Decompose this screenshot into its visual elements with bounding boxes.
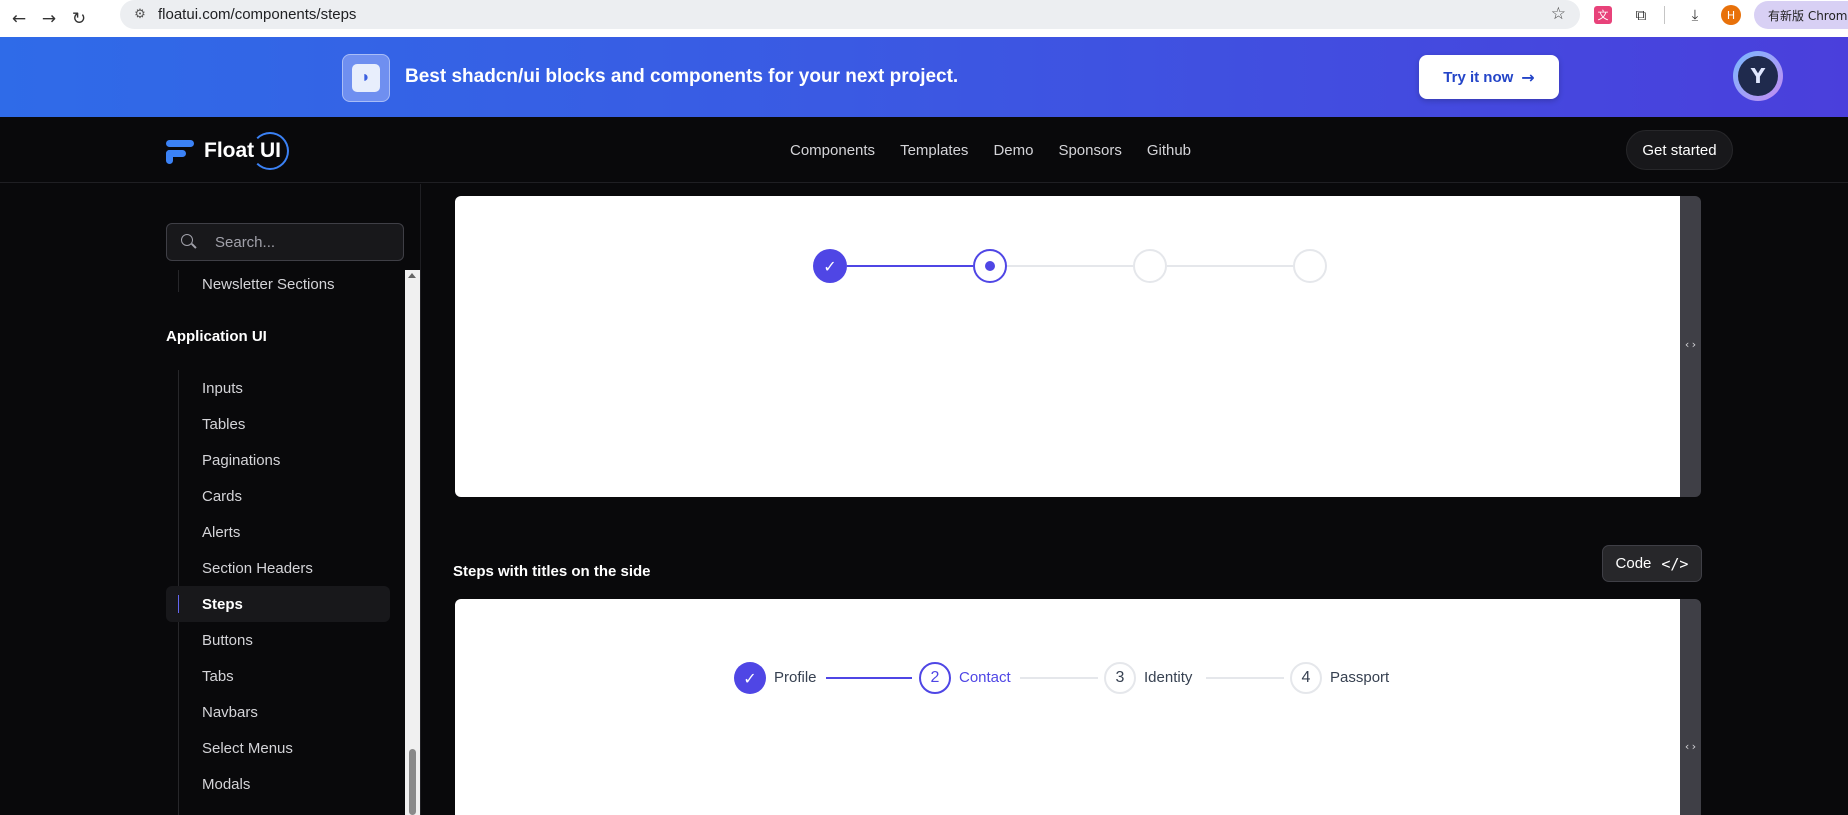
sidebar-item-newsletter-sections[interactable]: Newsletter Sections bbox=[166, 266, 390, 302]
step-label-contact: Contact bbox=[959, 669, 1011, 686]
step-4-dot bbox=[1293, 249, 1327, 283]
scroll-up-arrow-icon[interactable] bbox=[408, 273, 416, 278]
try-it-now-button[interactable]: Try it now → bbox=[1419, 55, 1559, 99]
top-nav: Components Templates Demo Sponsors Githu… bbox=[790, 117, 1191, 183]
step-1-check-icon: ✓ bbox=[813, 249, 847, 283]
brand-mark-icon: Y bbox=[1738, 56, 1778, 96]
bookmark-star-icon[interactable]: ☆ bbox=[1551, 4, 1566, 24]
step-number-passport: 4 bbox=[1290, 662, 1322, 694]
banner-brand-icon[interactable]: Y bbox=[1733, 51, 1783, 101]
sidebar-item-tables[interactable]: Tables bbox=[166, 406, 390, 442]
sidebar-item-modals[interactable]: Modals bbox=[166, 766, 390, 802]
code-button[interactable]: Code </> bbox=[1602, 545, 1702, 582]
step-connector-complete bbox=[826, 677, 912, 679]
sidebar: Newsletter Sections Application UI Input… bbox=[0, 184, 421, 815]
logo-text: Float UI bbox=[204, 132, 289, 170]
step-3-dot bbox=[1133, 249, 1167, 283]
url-text[interactable]: floatui.com/components/steps bbox=[158, 6, 356, 23]
example-title: Steps with titles on the side bbox=[453, 563, 651, 580]
step-connector-complete bbox=[847, 265, 973, 267]
search-box[interactable] bbox=[166, 223, 404, 261]
reload-icon[interactable]: ↻ bbox=[64, 4, 94, 34]
resize-handle-icon[interactable]: ‹› bbox=[1680, 338, 1701, 351]
sidebar-item-inputs[interactable]: Inputs bbox=[166, 370, 390, 406]
get-started-button[interactable]: Get started bbox=[1626, 130, 1733, 170]
sidebar-item-cards[interactable]: Cards bbox=[166, 478, 390, 514]
step-connector bbox=[1007, 265, 1133, 267]
step-connector bbox=[1206, 677, 1284, 679]
promo-banner: ◗ Best shadcn/ui blocks and components f… bbox=[0, 37, 1848, 117]
sidebar-item-section-headers[interactable]: Section Headers bbox=[166, 550, 390, 586]
chrome-update-button[interactable]: 有新版 Chrome bbox=[1754, 1, 1848, 29]
banner-logo: ◗ bbox=[342, 54, 390, 102]
banner-text: Best shadcn/ui blocks and components for… bbox=[405, 66, 959, 87]
toolbar-divider bbox=[1664, 6, 1665, 24]
arrow-right-icon: → bbox=[1521, 67, 1535, 87]
translate-extension-icon[interactable]: 文 bbox=[1594, 6, 1612, 24]
forward-icon[interactable]: → bbox=[34, 4, 64, 34]
download-icon[interactable]: ⤓ bbox=[1684, 4, 1706, 26]
scrollbar-thumb[interactable] bbox=[409, 749, 416, 815]
sidebar-item-navbars[interactable]: Navbars bbox=[166, 694, 390, 730]
steps-preview-2: ✓ Profile 2 Contact 3 Identity 4 Passpor… bbox=[455, 599, 1681, 815]
back-icon[interactable]: ← bbox=[4, 4, 34, 34]
browser-toolbar: ← → ↻ ⚙ floatui.com/components/steps ☆ 文… bbox=[0, 0, 1848, 37]
sidebar-item-paginations[interactable]: Paginations bbox=[166, 442, 390, 478]
address-bar[interactable]: ⚙ floatui.com/components/steps ☆ bbox=[120, 0, 1580, 29]
site-header: Float UI Components Templates Demo Spons… bbox=[0, 117, 1848, 183]
steps-preview-1: ✓ bbox=[455, 196, 1681, 497]
sidebar-item-tabs[interactable]: Tabs bbox=[166, 658, 390, 694]
step-label-identity: Identity bbox=[1144, 669, 1193, 686]
float-ui-logo-icon bbox=[166, 137, 196, 165]
sidebar-section-title: Application UI bbox=[166, 328, 267, 345]
step-label-passport: Passport bbox=[1330, 669, 1390, 686]
nav-demo[interactable]: Demo bbox=[993, 142, 1033, 159]
site-info-icon[interactable]: ⚙ bbox=[126, 1, 154, 29]
step-profile-check-icon: ✓ bbox=[734, 662, 766, 694]
sidebar-item-steps[interactable]: Steps bbox=[166, 586, 390, 622]
step-connector bbox=[1167, 265, 1293, 267]
sidebar-scrollbar[interactable] bbox=[405, 270, 420, 815]
step-label-profile: Profile bbox=[774, 669, 817, 686]
step-number-contact: 2 bbox=[919, 662, 951, 694]
preview-resize-handle[interactable] bbox=[1680, 599, 1701, 815]
step-connector bbox=[1020, 677, 1098, 679]
nav-components[interactable]: Components bbox=[790, 142, 875, 159]
search-icon bbox=[181, 234, 197, 250]
step-2-current-dot bbox=[973, 249, 1007, 283]
sidebar-item-alerts[interactable]: Alerts bbox=[166, 514, 390, 550]
shadcn-blocks-icon: ◗ bbox=[352, 64, 380, 92]
nav-templates[interactable]: Templates bbox=[900, 142, 968, 159]
float-ui-logo[interactable]: Float UI bbox=[166, 131, 289, 171]
search-input[interactable] bbox=[215, 233, 395, 251]
extensions-icon[interactable]: ⧉ bbox=[1630, 4, 1652, 26]
nav-sponsors[interactable]: Sponsors bbox=[1058, 142, 1121, 159]
code-button-label: Code bbox=[1615, 555, 1652, 572]
try-it-now-label: Try it now bbox=[1443, 68, 1514, 86]
step-number-identity: 3 bbox=[1104, 662, 1136, 694]
sidebar-item-buttons[interactable]: Buttons bbox=[166, 622, 390, 658]
resize-handle-icon[interactable]: ‹› bbox=[1680, 740, 1701, 753]
code-icon: </> bbox=[1661, 554, 1689, 573]
nav-github[interactable]: Github bbox=[1147, 142, 1191, 159]
profile-avatar[interactable]: H bbox=[1721, 5, 1741, 25]
sidebar-item-select-menus[interactable]: Select Menus bbox=[166, 730, 390, 766]
